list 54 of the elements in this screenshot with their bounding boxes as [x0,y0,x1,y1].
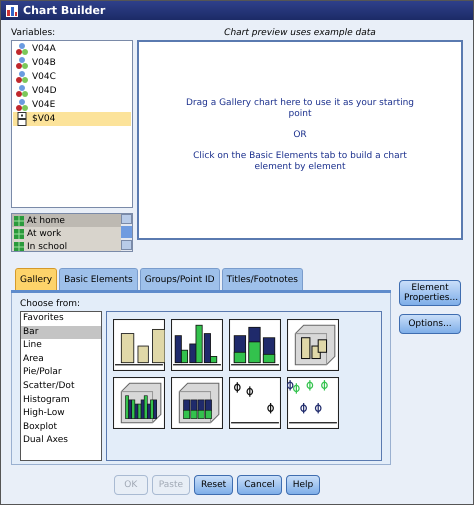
variable-item[interactable]: V04E [13,98,131,112]
variable-item[interactable]: V04D [13,84,131,98]
variable-item[interactable]: V04A [13,42,131,56]
preview-caption: Chart preview uses example data [223,27,377,40]
chart-thumbnail-icon[interactable] [171,377,223,429]
chart-type-item[interactable]: Dual Axes [21,434,101,448]
chart-type-item[interactable]: Line [21,339,101,353]
tab[interactable]: Titles/Footnotes [222,268,303,290]
scroll-bar[interactable] [121,214,132,251]
window-title: Chart Builder [23,4,106,17]
grid-icon [14,216,24,226]
grid-icon [14,228,24,238]
chart-type-item[interactable]: Scatter/Dot [21,380,101,394]
chart-type-item[interactable]: Favorites [21,312,101,326]
app-icon [5,4,19,18]
preview-message: Drag a Gallery chart here to use it as your starting point [185,98,415,120]
chart-thumbnail-icon[interactable] [229,319,281,371]
chart-type-item[interactable]: Bar [21,326,101,340]
preview-message: OR [292,130,308,140]
variable-item[interactable]: V04C [13,70,131,84]
variable-item[interactable]: V04B [13,56,131,70]
chart-type-item[interactable]: Area [21,352,101,366]
nominal-variable-icon [15,84,29,98]
chart-thumbnail-icon[interactable] [287,319,339,371]
category-item[interactable]: In school [12,240,121,251]
variables-label: Variables: [11,27,56,40]
side-button[interactable]: Options... [399,314,461,334]
tab[interactable]: Groups/Point ID [140,268,220,290]
dialog-button[interactable]: Reset [194,475,234,495]
nominal-variable-icon [15,56,29,70]
nominal-variable-icon [15,70,29,84]
side-button[interactable]: Element Properties... [399,280,461,306]
grid-icon [14,242,24,251]
nominal-variable-icon [15,42,29,56]
multiple-response-icon [15,112,29,126]
chart-type-item[interactable]: Boxplot [21,420,101,434]
chart-thumbnail-icon[interactable] [229,377,281,429]
category-item[interactable]: At home [12,214,121,227]
variable-item[interactable]: $V04 [13,112,131,126]
chart-type-item[interactable]: Pie/Polar [21,366,101,380]
chart-thumbnail-icon[interactable] [171,319,223,371]
chart-thumbnail-icon[interactable] [287,377,339,429]
nominal-variable-icon [15,98,29,112]
tab[interactable]: Basic Elements [59,268,138,290]
category-item[interactable]: At work [12,227,121,240]
chart-type-item[interactable]: High-Low [21,407,101,421]
preview-message: Click on the Basic Elements tab to build a chart element by element [192,150,408,172]
dialog-button[interactable]: Cancel [237,475,282,495]
chart-thumbnail-icon[interactable] [113,319,165,371]
chart-type-item[interactable]: Histogram [21,394,101,408]
chart-thumbnail-icon[interactable] [113,377,165,429]
choose-from-label: Choose from: [20,298,82,311]
dialog-button[interactable]: Help [286,475,320,495]
tab[interactable]: Gallery [15,268,58,290]
